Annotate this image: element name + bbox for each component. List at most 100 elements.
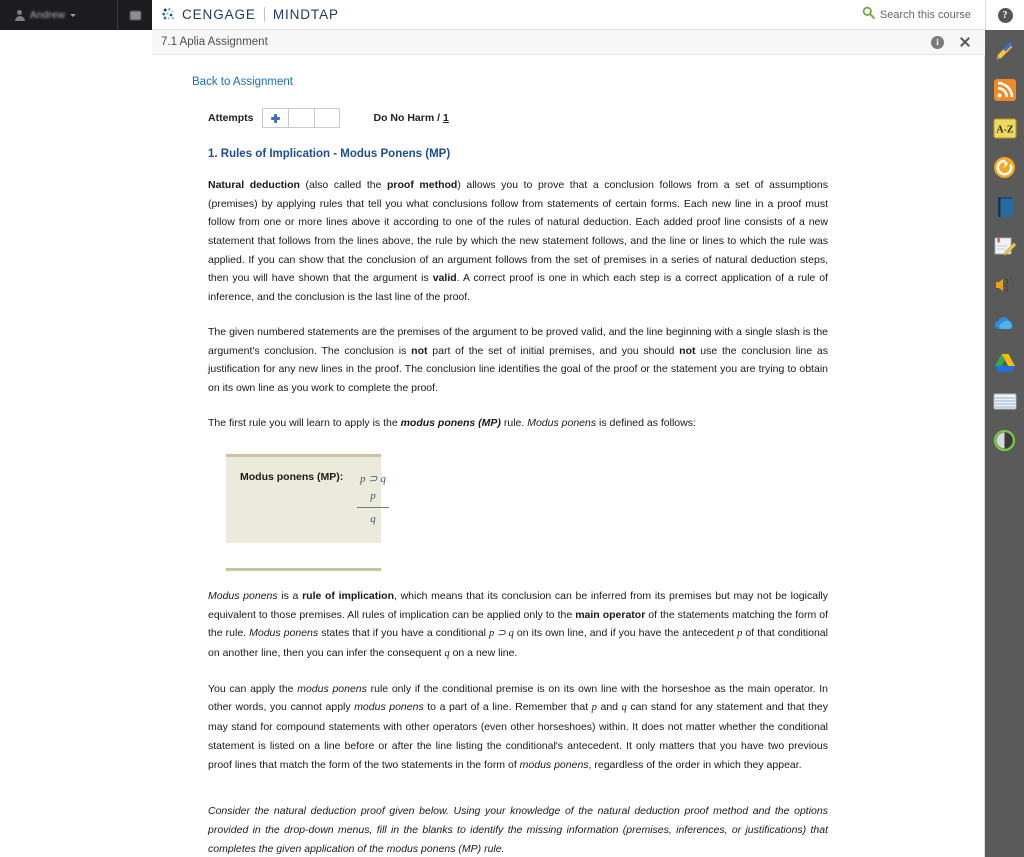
dictionary-az-icon: A-Z	[993, 118, 1017, 144]
mp-premise-1: p ⊃ q	[360, 473, 386, 486]
p3-text-a: The first rule you will learn to apply i…	[208, 416, 401, 429]
rss-feed-icon	[993, 78, 1016, 106]
course-search[interactable]: Search this course	[862, 6, 985, 24]
user-name-label: Andrew	[30, 9, 66, 21]
brand-mindtap-label: MINDTAP	[272, 7, 339, 22]
mp-box-label: Modus ponens (MP):	[240, 471, 344, 484]
help-icon: ?	[997, 7, 1013, 23]
attempt-box-1[interactable]	[261, 108, 288, 128]
term-modus-ponens-mp: modus ponens (MP)	[400, 416, 501, 429]
p5-text-e: to a part of a line. Remember that	[423, 701, 592, 714]
assignment-bar-actions: i	[931, 35, 985, 49]
paragraph-instructions: Consider the natural deduction proof giv…	[208, 805, 828, 855]
question-title: 1. Rules of Implication - Modus Ponens (…	[208, 148, 451, 160]
attempts-row: Attempts Do No Harm / 1	[208, 108, 956, 128]
back-to-assignment-link[interactable]: Back to Assignment	[192, 76, 293, 88]
term-modus-ponens-3: Modus ponens	[249, 627, 319, 640]
search-input[interactable]: Search this course	[880, 9, 971, 21]
onedrive-tool[interactable]	[990, 311, 1020, 341]
modus-ponens-definition-box: Modus ponens (MP): p ⊃ q p q	[226, 454, 389, 572]
tool-rail: ? A-Z	[985, 0, 1024, 857]
paragraph-natural-deduction: Natural deduction (also called the proof…	[208, 176, 828, 307]
attempts-score: Do No Harm / 1	[374, 112, 449, 124]
user-avatar-icon	[14, 9, 25, 21]
google-drive-icon	[993, 352, 1017, 378]
highlighter-pen-icon	[993, 39, 1017, 68]
progress-tool[interactable]	[990, 428, 1020, 458]
notes-tool[interactable]	[990, 233, 1020, 263]
cengage-logo-icon	[161, 7, 176, 22]
question-body-2: Modus ponens is a rule of implication, w…	[208, 587, 828, 857]
assignment-title-bar: 7.1 Aplia Assignment i	[152, 30, 985, 55]
brand-cengage-label: CENGAGE	[182, 7, 256, 22]
p4-text-b: is a	[277, 590, 303, 603]
formula-p-horseshoe-q: p ⊃ q	[489, 628, 514, 640]
paragraph-rule-of-implication: Modus ponens is a rule of implication, w…	[208, 587, 828, 664]
term-not-1: not	[411, 344, 428, 357]
notecards-icon	[993, 393, 1017, 415]
paragraph-premises: The given numbered statements are the pr…	[208, 323, 828, 398]
mp-box-body: Modus ponens (MP): p ⊃ q p q	[226, 457, 389, 544]
term-modus-ponens-2: Modus ponens	[208, 590, 278, 603]
help-button[interactable]: ?	[985, 0, 1024, 30]
term-modus-ponens-4: modus ponens	[297, 682, 367, 695]
attempt-box-3[interactable]	[313, 108, 340, 128]
p5-text-k: , regardless of the order in which they …	[588, 758, 802, 771]
ebook-blue-icon	[994, 195, 1016, 224]
tool-rail-items: A-Z	[985, 30, 1024, 458]
p5-text-a: You can apply the	[208, 682, 298, 695]
highlighter-tool[interactable]	[990, 38, 1020, 68]
p4-text-n: on a new line.	[449, 647, 518, 660]
term-modus-ponens-1: Modus ponens	[527, 416, 597, 429]
term-valid: valid	[432, 272, 457, 285]
dictionary-tool[interactable]: A-Z	[990, 116, 1020, 146]
flashcards-tool[interactable]	[990, 155, 1020, 185]
attempts-score-label: Do No Harm /	[373, 112, 441, 124]
p3-text-c: rule.	[500, 416, 528, 429]
cengage-mindtap-logo[interactable]: CENGAGE MINDTAP	[152, 7, 339, 22]
p4-text-h: states that if you have a conditional	[318, 627, 490, 640]
attempt-box-2[interactable]	[287, 108, 314, 128]
mp-box-formulas: p ⊃ q p q	[357, 471, 389, 529]
rss-feed-tool[interactable]	[990, 77, 1020, 107]
mp-box-bottom-rule	[226, 568, 381, 572]
paragraph-apply-rule: You can apply the modus ponens rule only…	[208, 680, 828, 774]
attempts-label: Attempts	[208, 112, 254, 124]
app-header: CENGAGE MINDTAP Search this course	[152, 0, 985, 30]
read-aloud-icon	[993, 274, 1017, 301]
p5-text-g: and	[596, 701, 622, 714]
term-proof-method: proof method	[387, 179, 458, 191]
mp-premise-2: p	[357, 488, 389, 509]
attempts-boxes	[261, 108, 340, 128]
onedrive-cloud-icon	[992, 315, 1017, 337]
chevron-down-icon	[70, 13, 77, 17]
google-drive-tool[interactable]	[990, 350, 1020, 380]
brand-divider	[263, 7, 265, 22]
term-not-2: not	[679, 344, 696, 357]
attempts-score-value[interactable]: 1	[443, 112, 449, 124]
sidebar-collapse-button[interactable]	[118, 0, 152, 30]
svg-text:A-Z: A-Z	[996, 125, 1014, 136]
p4-text-j: on its own line, and if you have the ant…	[513, 627, 738, 640]
assignment-content-panel: Back to Assignment Attempts Do No Harm /…	[152, 56, 985, 857]
user-menu[interactable]: Andrew	[0, 9, 117, 21]
notecards-tool[interactable]	[990, 389, 1020, 419]
read-aloud-tool[interactable]	[990, 272, 1020, 302]
paragraph-first-rule: The first rule you will learn to apply i…	[208, 414, 828, 433]
term-modus-ponens-6: modus ponens	[519, 758, 589, 771]
term-modus-ponens-5: modus ponens	[354, 701, 424, 714]
flashcard-orange-icon	[993, 156, 1016, 184]
assignment-title: 7.1 Aplia Assignment	[161, 36, 268, 48]
ebook-tool[interactable]	[990, 194, 1020, 224]
term-main-operator: main operator	[575, 608, 646, 621]
attempt-marker-icon	[270, 113, 280, 123]
collapse-icon	[129, 10, 141, 20]
close-icon[interactable]	[958, 35, 972, 49]
info-icon[interactable]: i	[931, 35, 944, 49]
term-natural-deduction: Natural deduction	[208, 179, 300, 191]
notes-pencil-icon	[993, 235, 1017, 262]
p1-text-d: ) allows you to prove that a conclusion …	[208, 179, 828, 285]
progress-ring-icon	[993, 429, 1016, 457]
question-body: Natural deduction (also called the proof…	[208, 176, 828, 432]
search-icon	[862, 6, 875, 24]
